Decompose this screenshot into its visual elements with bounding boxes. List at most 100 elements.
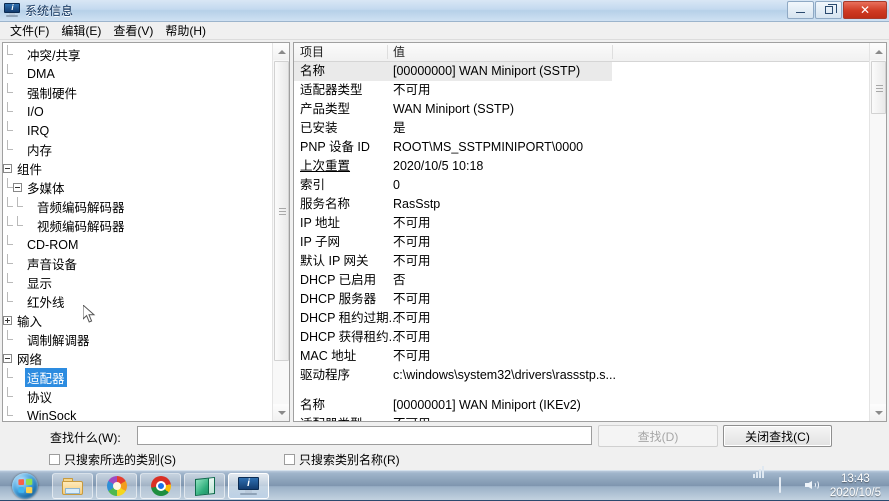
search-selected-category-checkbox-row[interactable]: 只搜索所选的类别(S) [49, 451, 176, 468]
tree-item-label: 协议 [25, 387, 54, 406]
search-selected-category-label: 只搜索所选的类别(S) [64, 451, 176, 468]
tree-item-12[interactable]: 显示 [3, 273, 272, 292]
detail-row[interactable]: IP 地址不可用 [294, 214, 869, 233]
taskbar: i 13:43 2020/10/5 [0, 470, 889, 500]
detail-row[interactable]: 默认 IP 网关不可用 [294, 252, 869, 271]
tree-item-3[interactable]: I/O [3, 102, 272, 121]
detail-scrollbar-thumb[interactable] [871, 61, 886, 114]
tree-scroll-down-button[interactable] [273, 404, 290, 421]
tree-scrollbar-thumb[interactable] [274, 61, 289, 361]
taskbar-button-notepad[interactable] [184, 473, 225, 499]
search-category-name-checkbox[interactable] [284, 454, 295, 465]
tree-item-19[interactable]: WinSock [3, 406, 272, 421]
close-find-button[interactable]: 关闭查找(C) [723, 425, 832, 447]
detail-row[interactable]: 已安装是 [294, 119, 869, 138]
clock-time: 13:43 [830, 472, 881, 486]
tree-collapse-icon[interactable] [13, 183, 22, 192]
detail-item-value: 不可用 [393, 309, 431, 328]
detail-item-name: 适配器类型 [300, 415, 363, 421]
detail-item-value: [00000001] WAN Miniport (IKEv2) [393, 396, 581, 415]
detail-item-value: 不可用 [393, 415, 431, 421]
tree-item-14[interactable]: 输入 [3, 311, 272, 330]
tree-item-2[interactable]: 强制硬件 [3, 83, 272, 102]
tree-scrollbar[interactable] [272, 43, 289, 421]
detail-scroll-down-button[interactable] [870, 404, 887, 421]
detail-item-name: IP 子网 [300, 233, 340, 252]
detail-row[interactable]: PNP 设备 IDROOT\MS_SSTPMINIPORT\0000 [294, 138, 869, 157]
tree-item-17[interactable]: 适配器 [3, 368, 272, 387]
detail-scrollbar[interactable] [869, 43, 886, 421]
detail-row[interactable]: 产品类型WAN Miniport (SSTP) [294, 100, 869, 119]
search-category-name-checkbox-row[interactable]: 只搜索类别名称(R) [284, 451, 400, 468]
detail-row[interactable]: DHCP 已启用否 [294, 271, 869, 290]
detail-item-value: 0 [393, 176, 400, 195]
detail-row[interactable]: 名称[00000000] WAN Miniport (SSTP) [294, 62, 612, 81]
tree-guide [3, 102, 13, 121]
column-header-value[interactable]: 值 [387, 43, 612, 61]
action-center-flag-icon[interactable] [779, 478, 795, 494]
detail-row[interactable]: 上次重置2020/10/5 10:18 [294, 157, 869, 176]
detail-item-name: 上次重置 [300, 157, 350, 176]
speaker-icon[interactable] [805, 478, 821, 494]
detail-row[interactable]: 索引0 [294, 176, 869, 195]
network-signal-icon[interactable] [753, 478, 769, 494]
tree-item-8[interactable]: 音频编码解码器 [3, 197, 272, 216]
category-tree[interactable]: 冲突/共享DMA强制硬件I/OIRQ内存组件多媒体音频编码解码器视频编码解码器C… [3, 43, 272, 421]
detail-row[interactable]: 服务名称RasSstp [294, 195, 869, 214]
detail-row[interactable]: 驱动程序c:\windows\system32\drivers\rassstp.… [294, 366, 869, 385]
menu-item-help[interactable]: 帮助(H) [159, 23, 212, 39]
tree-item-5[interactable]: 内存 [3, 140, 272, 159]
taskbar-button-system-information[interactable]: i [228, 473, 269, 499]
detail-item-name: DHCP 已启用 [300, 271, 376, 290]
tree-item-10[interactable]: CD-ROM [3, 235, 272, 254]
restore-button[interactable] [815, 1, 842, 19]
menu-item-edit[interactable]: 编辑(E) [55, 23, 107, 39]
detail-row[interactable]: 名称[00000001] WAN Miniport (IKEv2) [294, 396, 869, 415]
window-content: 冲突/共享DMA强制硬件I/OIRQ内存组件多媒体音频编码解码器视频编码解码器C… [0, 40, 889, 422]
tree-item-6[interactable]: 组件 [3, 159, 272, 178]
detail-item-value: 不可用 [393, 233, 431, 252]
tree-item-18[interactable]: 协议 [3, 387, 272, 406]
menu-item-file[interactable]: 文件(F) [4, 23, 55, 39]
tree-item-16[interactable]: 网络 [3, 349, 272, 368]
clock[interactable]: 13:43 2020/10/5 [826, 472, 889, 500]
detail-row[interactable]: DHCP 服务器不可用 [294, 290, 869, 309]
tree-expand-icon[interactable] [3, 316, 12, 325]
tree-item-0[interactable]: 冲突/共享 [3, 45, 272, 64]
tree-collapse-icon[interactable] [3, 354, 12, 363]
detail-scroll-up-button[interactable] [870, 43, 887, 60]
find-button[interactable]: 查找(D) [598, 425, 718, 447]
tree-item-13[interactable]: 红外线 [3, 292, 272, 311]
detail-list-body[interactable]: 名称[00000000] WAN Miniport (SSTP) 适配器类型 不可用… [294, 62, 869, 421]
detail-row[interactable]: 适配器类型 不可用 [294, 415, 869, 421]
taskbar-button-pinwheel[interactable] [96, 473, 137, 499]
close-button[interactable]: ✕ [843, 1, 887, 19]
tree-guide [3, 330, 13, 349]
tree-item-label: 视频编码解码器 [35, 216, 127, 235]
tree-item-9[interactable]: 视频编码解码器 [3, 216, 272, 235]
tree-item-1[interactable]: DMA [3, 64, 272, 83]
tree-scroll-up-button[interactable] [273, 43, 290, 60]
column-header-item[interactable]: 项目 [294, 43, 387, 61]
tree-collapse-icon[interactable] [3, 164, 12, 173]
detail-item-name: DHCP 租约过期... [300, 309, 399, 328]
detail-item-value: 是 [393, 119, 406, 138]
detail-row[interactable]: IP 子网 不可用 [294, 233, 869, 252]
taskbar-button-chrome[interactable] [140, 473, 181, 499]
search-selected-category-checkbox[interactable] [49, 454, 60, 465]
find-input[interactable] [137, 426, 592, 445]
tree-item-15[interactable]: 调制解调器 [3, 330, 272, 349]
detail-row[interactable]: DHCP 租约过期...不可用 [294, 309, 869, 328]
tree-item-11[interactable]: 声音设备 [3, 254, 272, 273]
start-button[interactable] [3, 472, 47, 500]
minimize-button[interactable] [787, 1, 814, 19]
column-divider[interactable] [612, 45, 613, 59]
detail-item-name: 服务名称 [300, 195, 350, 214]
detail-row[interactable]: 适配器类型不可用 [294, 81, 869, 100]
detail-row[interactable]: MAC 地址不可用 [294, 347, 869, 366]
tree-item-7[interactable]: 多媒体 [3, 178, 272, 197]
detail-row[interactable]: DHCP 获得租约...不可用 [294, 328, 869, 347]
tree-item-4[interactable]: IRQ [3, 121, 272, 140]
taskbar-button-explorer[interactable] [52, 473, 93, 499]
menu-item-view[interactable]: 查看(V) [107, 23, 159, 39]
